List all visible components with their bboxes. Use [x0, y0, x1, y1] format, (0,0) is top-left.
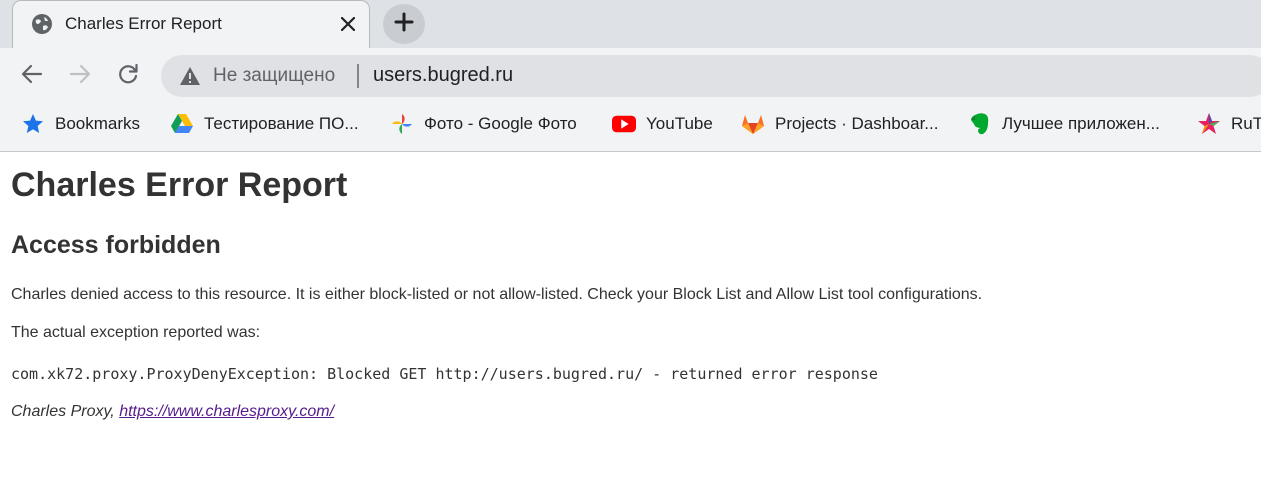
footer-prefix: Charles Proxy,	[11, 403, 120, 420]
bookmark-bookmarks[interactable]: Bookmarks	[21, 103, 140, 145]
close-icon[interactable]	[337, 13, 359, 35]
exception-intro: The actual exception reported was:	[11, 324, 261, 341]
page-title: Charles Error Report	[11, 166, 348, 204]
back-button[interactable]	[19, 63, 45, 89]
globe-icon	[31, 13, 53, 35]
forward-arrow-icon	[68, 62, 92, 91]
bookmarks-bar: Bookmarks Тестирование ПО... Фото - Goog…	[0, 103, 1261, 152]
bookmark-testing[interactable]: Тестирование ПО...	[170, 103, 359, 145]
bookmark-youtube[interactable]: YouTube	[612, 103, 713, 145]
plus-icon	[394, 12, 414, 37]
error-heading: Access forbidden	[11, 231, 221, 259]
bookmark-gitlab-projects[interactable]: Projects · Dashboar...	[741, 103, 938, 145]
url-text[interactable]: users.bugred.ru	[373, 64, 513, 87]
youtube-icon	[612, 112, 636, 136]
gitlab-icon	[741, 112, 765, 136]
tab-strip: Charles Error Report	[0, 0, 1261, 48]
address-bar[interactable]: Не защищено users.bugred.ru	[161, 55, 1261, 97]
bookmark-evernote[interactable]: Лучшее приложен...	[968, 103, 1160, 145]
star-icon	[21, 112, 45, 136]
omnibox-divider	[357, 64, 359, 88]
tab-charles-error-report[interactable]: Charles Error Report	[12, 0, 370, 48]
reload-icon	[116, 62, 140, 91]
warning-triangle-icon[interactable]	[179, 66, 201, 86]
charles-proxy-link[interactable]: https://www.charlesproxy.com/	[119, 403, 334, 420]
bookmark-rutracker[interactable]: RuTr	[1197, 103, 1261, 145]
back-arrow-icon	[20, 62, 44, 91]
rutracker-icon	[1197, 112, 1221, 136]
google-photos-icon	[390, 112, 414, 136]
google-drive-icon	[170, 112, 194, 136]
forward-button[interactable]	[67, 63, 93, 89]
tab-title: Charles Error Report	[65, 14, 222, 33]
toolbar: Не защищено users.bugred.ru	[0, 48, 1261, 103]
evernote-icon	[968, 112, 992, 136]
error-message: Charles denied access to this resource. …	[11, 286, 983, 303]
security-status-label[interactable]: Не защищено	[213, 65, 335, 87]
bookmark-google-photos[interactable]: Фото - Google Фото	[390, 103, 577, 145]
reload-button[interactable]	[115, 63, 141, 89]
new-tab-button[interactable]	[383, 4, 425, 44]
footer: Charles Proxy, https://www.charlesproxy.…	[11, 403, 334, 421]
exception-text: com.xk72.proxy.ProxyDenyException: Block…	[11, 365, 878, 383]
